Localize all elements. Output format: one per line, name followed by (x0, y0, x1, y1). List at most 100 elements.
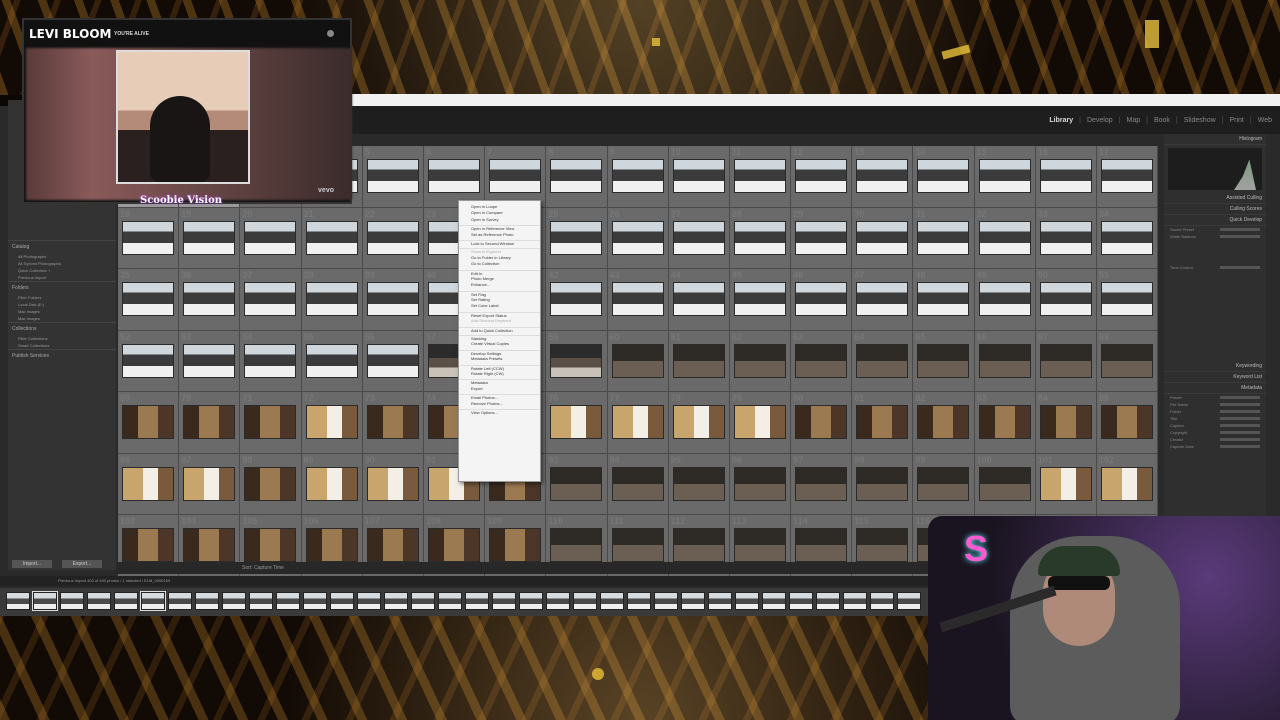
metadata-header[interactable]: Metadata (1164, 383, 1266, 394)
context-menu-item[interactable]: Export (459, 386, 540, 392)
culling-scores-header[interactable]: Culling Scores (1164, 204, 1266, 215)
photo-thumbnail[interactable] (550, 405, 603, 439)
grid-cell[interactable]: 63 (791, 330, 853, 392)
photo-thumbnail[interactable] (305, 220, 358, 255)
photo-thumbnail[interactable] (305, 528, 358, 562)
grid-cell[interactable]: 86 (118, 453, 180, 515)
photo-thumbnail[interactable] (489, 528, 542, 562)
photo-thumbnail[interactable] (550, 466, 603, 501)
context-menu-item[interactable]: Lock to Second Window (459, 239, 540, 246)
grid-cell[interactable]: 61 (668, 330, 730, 392)
grid-cell[interactable]: 71 (240, 392, 302, 454)
photo-thumbnail[interactable] (611, 159, 664, 193)
photo-thumbnail[interactable] (305, 466, 358, 501)
grid-cell[interactable]: 73 (362, 392, 424, 454)
grid-cell[interactable]: 15 (974, 146, 1036, 208)
photo-thumbnail[interactable] (795, 159, 848, 193)
context-menu-item[interactable]: Add to Quick Collection (459, 326, 540, 333)
metadata-field-value[interactable] (1220, 417, 1260, 420)
grid-cell[interactable]: 9 (607, 146, 669, 208)
context-menu-item[interactable]: Set Color Label (459, 303, 540, 309)
grid-cell[interactable]: 11 (729, 146, 792, 208)
grid-cell[interactable]: 49 (974, 269, 1036, 331)
filmstrip-thumbnail[interactable] (816, 592, 840, 610)
photo-thumbnail[interactable] (672, 159, 725, 193)
photo-thumbnail[interactable] (978, 343, 1031, 378)
photo-thumbnail[interactable] (366, 159, 419, 193)
photo-thumbnail[interactable] (183, 528, 236, 562)
metadata-field-value[interactable] (1220, 445, 1260, 448)
folder-item[interactable]: Local Disk (E:) (8, 301, 116, 308)
filmstrip-thumbnail[interactable] (492, 592, 516, 610)
photo-thumbnail[interactable] (122, 528, 174, 562)
photo-thumbnail[interactable] (244, 528, 297, 562)
metadata-field-value[interactable] (1220, 410, 1260, 413)
photo-thumbnail[interactable] (183, 405, 236, 439)
photo-thumbnail[interactable] (917, 159, 970, 193)
filmstrip-thumbnail[interactable] (600, 592, 624, 610)
context-menu-item[interactable]: Metadata Presets (459, 356, 540, 362)
context-menu-item[interactable]: Go to Collection (459, 261, 540, 267)
collection-item[interactable]: Smart Collections (8, 342, 116, 349)
grid-cell[interactable]: 90 (362, 453, 424, 515)
auto-tone-button[interactable] (1220, 266, 1260, 269)
grid-cell[interactable]: 16 (1035, 146, 1097, 208)
grid-cell[interactable]: 36 (179, 269, 241, 331)
grid-cell[interactable]: 100 (974, 453, 1036, 515)
grid-cell[interactable]: 81 (852, 392, 914, 454)
filmstrip-thumbnail[interactable] (519, 592, 543, 610)
saved-preset-dropdown[interactable] (1220, 228, 1260, 231)
grid-cell[interactable]: 18 (118, 207, 180, 269)
photo-thumbnail[interactable] (366, 220, 419, 255)
module-slideshow[interactable]: Slideshow (1184, 117, 1216, 124)
filmstrip-thumbnail[interactable] (222, 592, 246, 610)
grid-cell[interactable]: 30 (852, 207, 914, 269)
grid-cell[interactable]: 6 (423, 146, 486, 208)
histogram-header[interactable]: Histogram (1164, 134, 1266, 145)
grid-cell[interactable]: 101 (1035, 453, 1097, 515)
grid-cell[interactable]: 34 (1097, 207, 1159, 269)
filmstrip-thumbnail[interactable] (438, 592, 462, 610)
filmstrip-thumbnail[interactable] (762, 592, 786, 610)
grid-cell[interactable]: 31 (913, 207, 975, 269)
grid-cell[interactable]: 65 (913, 330, 975, 392)
photo-thumbnail[interactable] (672, 466, 725, 501)
filmstrip-thumbnail[interactable] (843, 592, 867, 610)
photo-thumbnail[interactable] (1101, 282, 1153, 316)
photo-thumbnail[interactable] (978, 466, 1031, 501)
filmstrip-thumbnail[interactable] (303, 592, 327, 610)
photo-thumbnail[interactable] (305, 343, 358, 378)
grid-cell[interactable]: 94 (607, 453, 669, 515)
filmstrip-thumbnail[interactable] (654, 592, 678, 610)
photo-thumbnail[interactable] (1039, 405, 1092, 439)
window-titlebar[interactable] (352, 94, 1280, 106)
photo-thumbnail[interactable] (305, 282, 358, 316)
filmstrip-thumbnail[interactable] (411, 592, 435, 610)
filmstrip-thumbnail[interactable] (573, 592, 597, 610)
grid-cell[interactable]: 45 (729, 269, 792, 331)
context-menu-item[interactable]: Set as Reference Photo (459, 232, 540, 238)
photo-thumbnail[interactable] (122, 343, 174, 378)
grid-cell[interactable]: 7 (485, 146, 547, 208)
grid-cell[interactable]: 35 (118, 269, 180, 331)
photo-thumbnail[interactable] (856, 159, 909, 193)
grid-cell[interactable]: 102 (1097, 453, 1159, 515)
photo-thumbnail[interactable] (366, 466, 419, 501)
grid-cell[interactable]: 12 (791, 146, 853, 208)
grid-cell[interactable]: 29 (791, 207, 853, 269)
filmstrip-thumbnail[interactable] (789, 592, 813, 610)
filmstrip-thumbnail[interactable] (357, 592, 381, 610)
photo-thumbnail[interactable] (917, 466, 970, 501)
grid-cell[interactable]: 80 (791, 392, 853, 454)
filmstrip-thumbnail[interactable] (546, 592, 570, 610)
photo-thumbnail[interactable] (122, 466, 174, 501)
photo-thumbnail[interactable] (795, 220, 848, 255)
photo-thumbnail[interactable] (611, 220, 664, 255)
folder-item[interactable]: Mac Images (8, 308, 116, 315)
photo-thumbnail[interactable] (795, 343, 848, 378)
grid-cell[interactable]: 59 (546, 330, 608, 392)
grid-cell[interactable]: 33 (1035, 207, 1097, 269)
photo-thumbnail[interactable] (550, 159, 603, 193)
grid-cell[interactable]: 69 (118, 392, 180, 454)
photo-thumbnail[interactable] (856, 528, 909, 562)
